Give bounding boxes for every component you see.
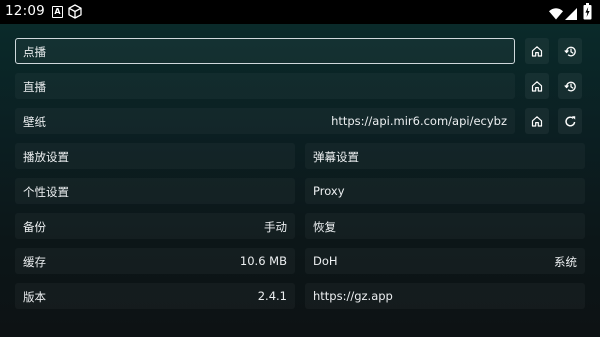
live-history-button[interactable] [558,73,582,99]
cache-size-value: 10.6 MB [239,254,287,268]
status-time: 12:09 [5,3,45,19]
wallpaper-refresh-button[interactable] [558,108,582,134]
live-source-field[interactable]: 直播 [15,73,515,99]
doh-value: 系统 [554,255,577,269]
homepage-link: https://gz.app [313,289,393,303]
doh-label: DoH [313,254,338,268]
danmaku-settings-label: 弹幕设置 [313,150,359,164]
restore-item[interactable]: 恢复 [305,213,585,239]
history-icon [563,46,576,56]
playback-settings-item[interactable]: 播放设置 [15,143,295,169]
vod-label: 点播 [23,45,46,59]
restore-label: 恢复 [313,220,336,234]
cache-label: 缓存 [23,255,46,269]
cache-item[interactable]: 缓存 10.6 MB [15,248,295,274]
personal-settings-label: 个性设置 [23,185,69,199]
doh-item[interactable]: DoH 系统 [305,248,585,274]
live-label: 直播 [23,80,46,94]
proxy-label: Proxy [313,184,345,198]
vod-home-button[interactable] [525,38,549,64]
a-notification-icon: A [52,6,63,18]
proxy-item[interactable]: Proxy [305,178,585,204]
home-icon [531,81,543,92]
wallpaper-home-button[interactable] [525,108,549,134]
version-value: 2.4.1 [257,289,287,303]
settings-panel: 点播 直播 壁纸 https://api.mir6.com/api/ecybz [0,24,600,337]
version-item[interactable]: 版本 2.4.1 [15,283,295,309]
refresh-icon [564,115,575,126]
history-icon [563,81,576,91]
wallpaper-label: 壁纸 [23,115,46,129]
wifi-icon [549,5,563,24]
home-icon [531,116,543,127]
live-home-button[interactable] [525,73,549,99]
status-bar: 12:09 A [0,0,600,24]
version-label: 版本 [23,290,46,304]
homepage-link-item[interactable]: https://gz.app [305,283,585,309]
vod-history-button[interactable] [558,38,582,64]
vod-source-field[interactable]: 点播 [15,38,515,64]
playback-settings-label: 播放设置 [23,150,69,164]
backup-mode-value: 手动 [264,220,287,234]
signal-icon [565,5,577,24]
backup-item[interactable]: 备份 手动 [15,213,295,239]
wallpaper-field[interactable]: 壁纸 https://api.mir6.com/api/ecybz [15,108,515,134]
backup-label: 备份 [23,220,46,234]
cube-icon [68,4,82,23]
home-icon [531,46,543,57]
danmaku-settings-item[interactable]: 弹幕设置 [305,143,585,169]
personal-settings-item[interactable]: 个性设置 [15,178,295,204]
battery-icon [583,3,592,24]
wallpaper-url: https://api.mir6.com/api/ecybz [331,114,507,128]
